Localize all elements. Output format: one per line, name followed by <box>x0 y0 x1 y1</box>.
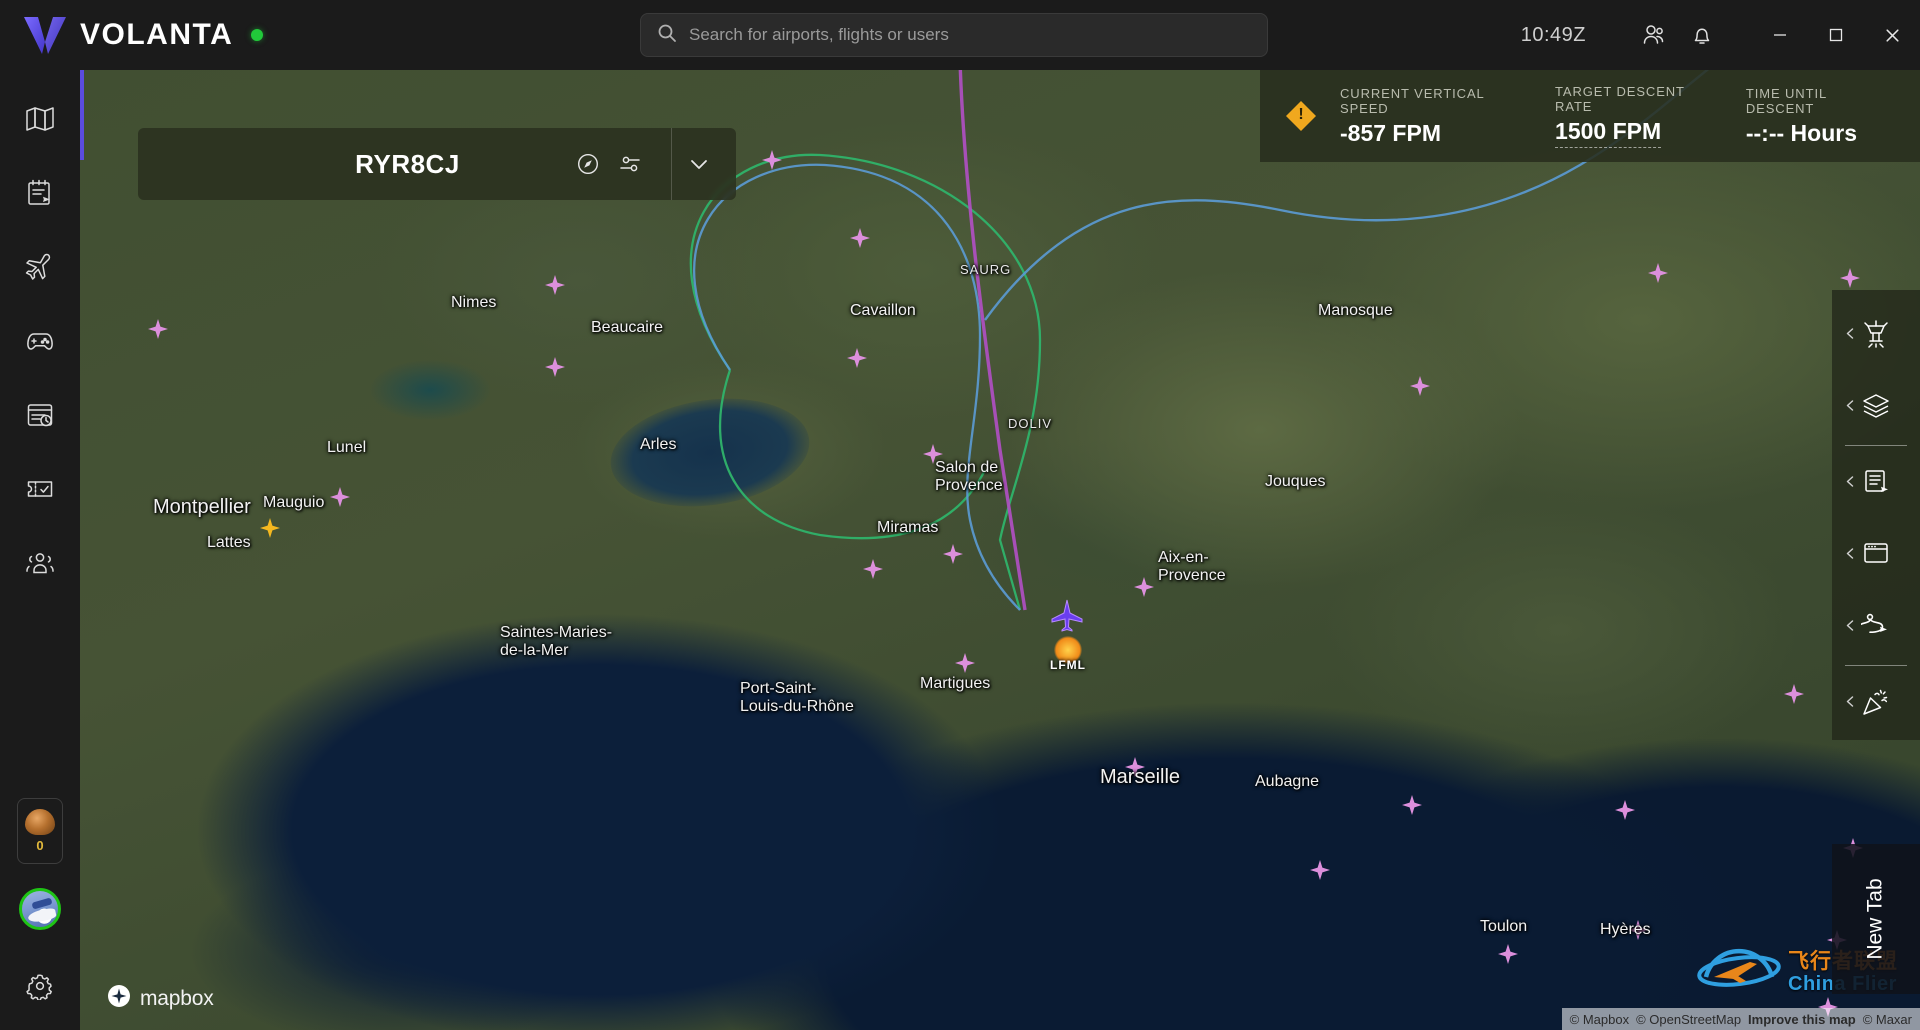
destination-airport-marker[interactable] <box>1054 636 1082 664</box>
sidebar-item-logbook[interactable] <box>8 160 72 230</box>
search-icon <box>657 23 677 48</box>
minimize-button[interactable] <box>1752 0 1808 70</box>
attribution-maxar: © Maxar <box>1862 1011 1912 1027</box>
new-tab-button[interactable]: New Tab <box>1832 844 1920 994</box>
mapbox-mark-icon <box>107 984 131 1014</box>
settings-button[interactable] <box>16 964 64 1012</box>
flight-card-divider <box>671 128 672 200</box>
connection-status-dot <box>251 29 264 41</box>
tool-layers[interactable] <box>1832 372 1920 444</box>
chevron-left-icon <box>1844 695 1857 713</box>
metric-label: CURRENT VERTICAL SPEED <box>1340 85 1485 116</box>
chevron-left-icon <box>1844 327 1857 345</box>
new-tab-label: New Tab <box>1863 878 1887 960</box>
metric-value: -857 FPM <box>1340 119 1441 146</box>
map-canvas[interactable]: Nimes Beaucaire Cavaillon Manosque Lunel Arle… <box>80 70 1920 1030</box>
flight-plan-icon <box>1861 467 1891 502</box>
sidebar-item-community[interactable] <box>8 530 72 600</box>
warning-diamond-icon <box>1286 101 1316 131</box>
tool-route[interactable] <box>1832 592 1920 664</box>
chevron-left-icon <box>1844 619 1857 637</box>
schedule-clock-icon <box>25 400 55 435</box>
chevron-left-icon <box>1844 399 1857 417</box>
sidebar-item-aircraft[interactable] <box>8 234 72 304</box>
gamepad-icon <box>24 325 56 362</box>
trophy-count: 0 <box>36 838 44 853</box>
control-tower-icon <box>1861 318 1891 353</box>
party-popper-icon <box>1861 687 1891 722</box>
map-routes <box>80 70 1710 611</box>
compass-icon[interactable] <box>567 143 609 185</box>
brand-name: VOLANTA <box>80 18 234 51</box>
flight-callsign: RYR8CJ <box>355 148 460 179</box>
sidebar-item-simulator[interactable] <box>8 308 72 378</box>
trophy-badge[interactable]: 0 <box>17 798 63 864</box>
layers-icon <box>1861 390 1891 425</box>
metric-label: TARGET DESCENT RATE <box>1555 84 1685 114</box>
metric-target-descent-rate[interactable]: TARGET DESCENT RATE 1500 FPM <box>1555 84 1716 148</box>
volanta-v-icon <box>22 14 68 56</box>
chevron-left-icon <box>1844 547 1857 565</box>
tool-events[interactable] <box>1832 668 1920 740</box>
improve-this-map-link[interactable]: Improve this map <box>1748 1012 1856 1027</box>
title-bar-right: 10:49Z <box>1521 0 1920 70</box>
sidebar-item-schedule[interactable] <box>8 382 72 452</box>
bell-icon[interactable] <box>1678 11 1726 59</box>
attribution-osm: © OpenStreetMap <box>1636 1011 1742 1027</box>
community-icon <box>24 547 56 584</box>
attribution-mapbox: © Mapbox <box>1569 1011 1630 1027</box>
sidebar-item-tickets[interactable] <box>8 456 72 526</box>
route-icon <box>1857 610 1891 645</box>
utc-clock: 10:49Z <box>1520 23 1586 46</box>
tool-rail-divider-2 <box>1845 665 1907 667</box>
user-avatar[interactable] <box>19 888 61 930</box>
tool-window[interactable] <box>1832 520 1920 592</box>
tool-rail-divider-1 <box>1845 445 1907 447</box>
left-sidebar: 0 <box>0 70 80 1030</box>
gear-icon <box>26 972 54 1005</box>
mapbox-logo[interactable]: mapbox <box>98 984 214 1014</box>
sliders-icon[interactable] <box>609 143 651 185</box>
trophy-icon <box>25 809 55 835</box>
tool-flight-plan[interactable] <box>1832 448 1920 520</box>
vertical-speed-panel: CURRENT VERTICAL SPEED -857 FPM TARGET D… <box>1260 70 1920 162</box>
aircraft-marker[interactable] <box>1050 598 1084 632</box>
sidebar-item-map[interactable] <box>8 86 72 156</box>
target-descent-rate-input[interactable]: 1500 FPM <box>1555 118 1662 148</box>
search-bar[interactable] <box>640 13 1268 57</box>
browser-window-icon <box>1861 538 1891 573</box>
title-bar: VOLANTA 10:49Z <box>0 0 1920 70</box>
metric-value: --:-- Hours <box>1745 119 1857 146</box>
search-input[interactable] <box>689 25 1251 45</box>
boarding-pass-icon <box>25 474 55 509</box>
airplane-icon <box>24 251 56 288</box>
right-tool-rail <box>1832 290 1920 740</box>
chevron-left-icon <box>1844 475 1857 493</box>
tool-atc[interactable] <box>1832 300 1920 372</box>
metric-time-until-descent: TIME UNTIL DESCENT --:-- Hours <box>1746 86 1890 147</box>
chevron-down-icon[interactable] <box>678 143 720 185</box>
app-logo[interactable]: VOLANTA <box>22 14 233 56</box>
close-button[interactable] <box>1864 0 1920 70</box>
map-attribution: © Mapbox © OpenStreetMap Improve this ma… <box>1561 1008 1920 1030</box>
flight-info-card[interactable]: RYR8CJ <box>138 128 736 200</box>
logbook-icon <box>25 178 55 213</box>
friends-icon[interactable] <box>1630 11 1678 59</box>
map-icon <box>25 104 55 139</box>
maximize-button[interactable] <box>1808 0 1864 70</box>
mapbox-wordmark: mapbox <box>140 987 214 1010</box>
metric-label: TIME UNTIL DESCENT <box>1745 85 1827 116</box>
metric-current-vertical-speed: CURRENT VERTICAL SPEED -857 FPM <box>1340 86 1525 147</box>
sidebar-bottom: 0 <box>0 798 80 1030</box>
